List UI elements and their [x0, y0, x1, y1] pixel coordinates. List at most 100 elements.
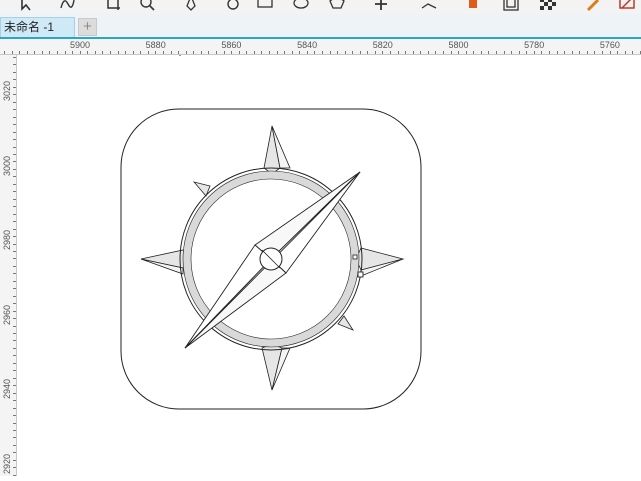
ruler-tick	[13, 184, 16, 185]
rectangle-icon[interactable]	[256, 0, 274, 12]
ruler-label: 2940	[2, 379, 12, 400]
node-handle	[352, 254, 358, 260]
vertical-ruler[interactable]: 3020 3000 2980 2960 2940 2920	[0, 55, 17, 476]
ruler-tick	[13, 340, 16, 341]
ruler-tick	[496, 51, 497, 54]
text-icon[interactable]	[372, 0, 390, 12]
ruler-tick	[65, 51, 66, 54]
add-tab-button[interactable]: +	[78, 18, 97, 36]
horizontal-ruler[interactable]: 5900 5880 5860 5840 5820 5800 5780 5760	[0, 39, 641, 55]
drawing-canvas[interactable]	[17, 38, 641, 476]
ruler-label: 5780	[524, 40, 545, 50]
ruler-tick	[420, 51, 421, 54]
ruler-tick	[171, 51, 172, 54]
ruler-tick	[13, 64, 16, 65]
document-tab-title: 未命名 -1	[4, 20, 55, 34]
ruler-tick	[579, 51, 580, 54]
ruler-tick	[178, 51, 179, 54]
ruler-tick	[307, 51, 308, 54]
ruler-tick	[572, 51, 573, 54]
plus-icon: +	[83, 18, 92, 35]
ruler-tick	[87, 51, 88, 54]
polygon-icon[interactable]	[328, 0, 346, 12]
ruler-tick	[13, 214, 16, 215]
crop-icon[interactable]	[104, 0, 122, 12]
ruler-tick	[13, 467, 16, 468]
ruler-tick	[360, 51, 361, 54]
ruler-tick	[13, 400, 16, 401]
ruler-tick	[534, 51, 535, 54]
ruler-tick	[13, 72, 16, 73]
eraser-icon[interactable]	[618, 0, 636, 12]
ruler-tick	[13, 57, 16, 58]
ruler-tick	[13, 251, 16, 252]
ruler-tick	[148, 51, 149, 54]
ruler-tick	[519, 51, 520, 54]
ruler-tick	[13, 87, 16, 88]
ruler-tick	[13, 206, 16, 207]
ellipse-icon[interactable]	[292, 0, 310, 12]
ruler-tick	[163, 51, 164, 54]
ruler-label: 5880	[145, 40, 166, 50]
ruler-tick	[224, 51, 225, 54]
spiral-icon[interactable]	[224, 0, 242, 12]
ruler-tick	[231, 51, 232, 54]
ruler-tick	[511, 51, 512, 54]
ruler-tick	[413, 51, 414, 54]
ruler-tick	[13, 191, 16, 192]
ruler-tick	[13, 452, 16, 453]
ruler-tick	[13, 430, 16, 431]
ruler-tick	[13, 273, 16, 274]
ruler-tick	[57, 51, 58, 54]
ruler-tick	[13, 348, 16, 349]
ruler-tick	[13, 296, 16, 297]
ruler-label: 3020	[2, 80, 12, 101]
ruler-tick	[314, 51, 315, 54]
ruler-tick	[208, 51, 209, 54]
ruler-tick	[632, 51, 633, 54]
contour-icon[interactable]	[502, 0, 520, 12]
ruler-tick	[375, 51, 376, 54]
ruler-tick	[13, 266, 16, 267]
select-icon[interactable]	[18, 0, 36, 12]
ruler-tick	[13, 378, 16, 379]
ruler-tick	[405, 51, 406, 54]
ruler-tick	[140, 51, 141, 54]
ruler-tick	[284, 51, 285, 54]
ruler-tick	[13, 124, 16, 125]
ruler-tick	[254, 51, 255, 54]
ruler-label: 3000	[2, 155, 12, 176]
ruler-tick	[398, 51, 399, 54]
ruler-tick	[13, 288, 16, 289]
fill-icon[interactable]	[464, 0, 482, 12]
ruler-tick	[118, 51, 119, 54]
ruler-label: 5800	[448, 40, 469, 50]
ruler-tick	[13, 303, 16, 304]
ruler-tick	[80, 51, 81, 54]
eyedropper-icon[interactable]	[584, 0, 602, 12]
ruler-tick	[110, 51, 111, 54]
ruler-tick	[125, 51, 126, 54]
ruler-tick	[13, 236, 16, 237]
ruler-tick	[201, 51, 202, 54]
ruler-tick	[13, 221, 16, 222]
ruler-tick	[390, 51, 391, 54]
ruler-tick	[27, 51, 28, 54]
ruler-tick	[13, 229, 16, 230]
ruler-tick	[239, 51, 240, 54]
transparency-icon[interactable]	[538, 0, 556, 12]
ruler-tick	[133, 51, 134, 54]
document-tab[interactable]: 未命名 -1	[0, 17, 75, 37]
compass-drawing[interactable]	[17, 38, 641, 476]
ruler-tick	[13, 199, 16, 200]
connector-icon[interactable]	[420, 0, 438, 12]
pen-icon[interactable]	[182, 0, 200, 12]
zoom-icon[interactable]	[138, 0, 156, 12]
freehand-icon[interactable]	[58, 0, 76, 12]
ruler-tick	[13, 117, 16, 118]
ruler-tick	[13, 333, 16, 334]
ruler-tick	[95, 51, 96, 54]
ruler-tick	[443, 51, 444, 54]
ruler-label: 5860	[221, 40, 242, 50]
ruler-tick	[193, 51, 194, 54]
